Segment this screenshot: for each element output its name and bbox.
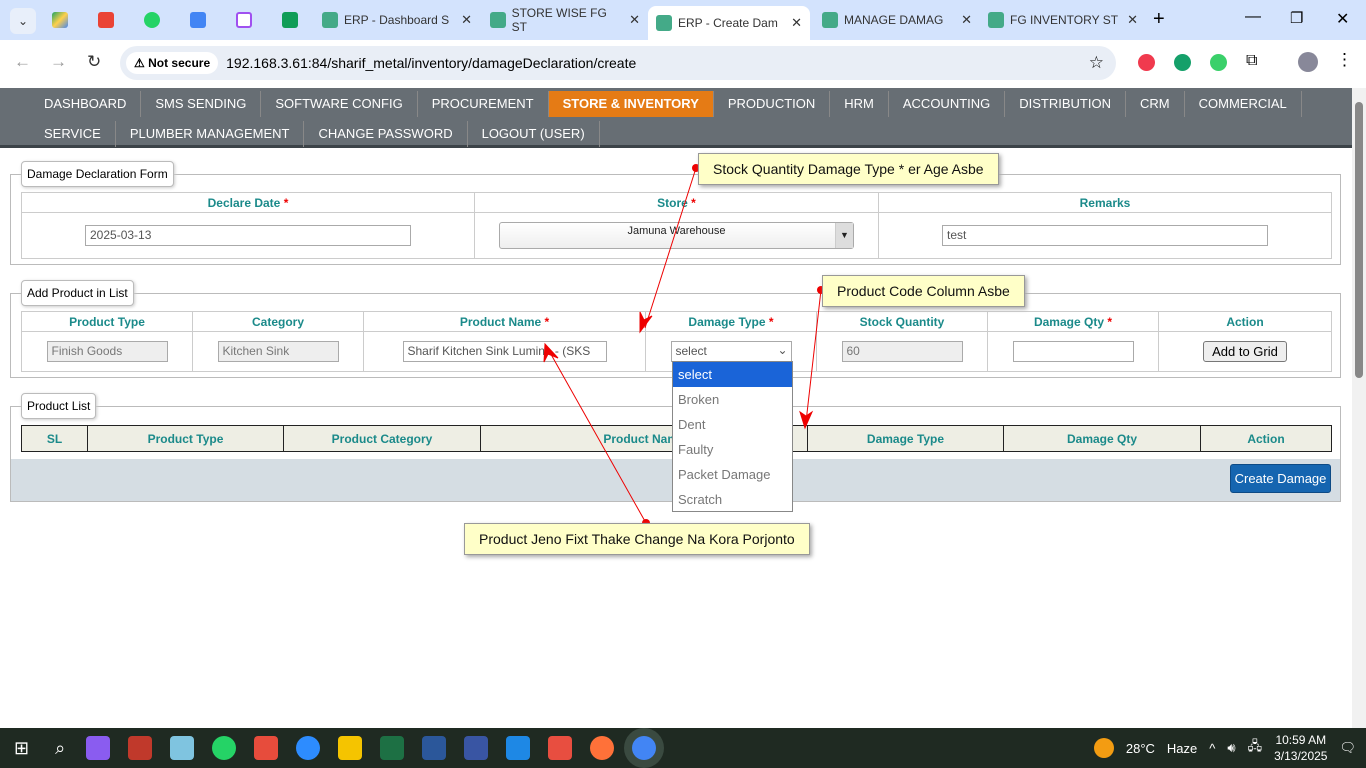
firefox-icon[interactable] <box>590 736 615 760</box>
copilot-icon[interactable] <box>86 736 111 760</box>
annotation-arrows <box>543 167 822 524</box>
app-icon[interactable] <box>506 736 531 760</box>
annotation-note: Stock Quantity Damage Type * er Age Asbe <box>698 153 999 185</box>
system-tray: 28°C Haze ^ 🔊︎ 🖧 10:59 AM 3/13/2025 🗨 <box>1093 728 1356 768</box>
arrowhead <box>799 410 814 430</box>
anydesk-icon[interactable] <box>548 736 573 760</box>
speaker-icon[interactable]: 🔊︎ <box>1227 740 1235 756</box>
app-icon[interactable] <box>128 736 153 760</box>
search-icon[interactable]: ⌕ <box>55 738 65 759</box>
visio-icon[interactable] <box>464 736 489 760</box>
app-icon[interactable] <box>254 736 279 760</box>
notifications-icon[interactable]: 🗨 <box>1339 740 1356 756</box>
date: 3/13/2025 <box>1274 749 1328 763</box>
temperature: 28°C <box>1125 740 1155 756</box>
network-icon[interactable]: 🖧 <box>1248 737 1263 759</box>
clock[interactable]: 10:59 AM 3/13/2025 <box>1274 732 1327 764</box>
weather-icon[interactable] <box>1093 738 1114 758</box>
excel-icon[interactable] <box>380 736 405 760</box>
annotation-note: Product Code Column Asbe <box>822 275 1025 307</box>
arrow-line <box>805 289 822 423</box>
weather-text: Haze <box>1166 740 1198 756</box>
annotation-note: Product Jeno Fixt Thake Change Na Kora P… <box>464 523 810 555</box>
time: 10:59 AM <box>1275 733 1327 747</box>
word-icon[interactable] <box>422 736 447 760</box>
zoom-icon[interactable] <box>296 736 321 760</box>
arrow-line <box>547 348 647 524</box>
arrowhead <box>639 311 653 334</box>
taskbar: ⊞ ⌕ 28°C Haze ^ 🔊︎ 🖧 10:59 AM 3/13/2025 🗨 <box>0 728 1366 768</box>
chevron-up-icon[interactable]: ^ <box>1209 741 1215 756</box>
chrome-icon[interactable] <box>632 736 657 760</box>
app-icon[interactable] <box>170 736 195 760</box>
arrowhead <box>543 342 559 363</box>
sticky-notes-icon[interactable] <box>338 736 363 760</box>
whatsapp-icon[interactable] <box>212 736 237 760</box>
windows-start-icon[interactable]: ⊞ <box>14 738 29 759</box>
arrow-line <box>644 167 697 329</box>
